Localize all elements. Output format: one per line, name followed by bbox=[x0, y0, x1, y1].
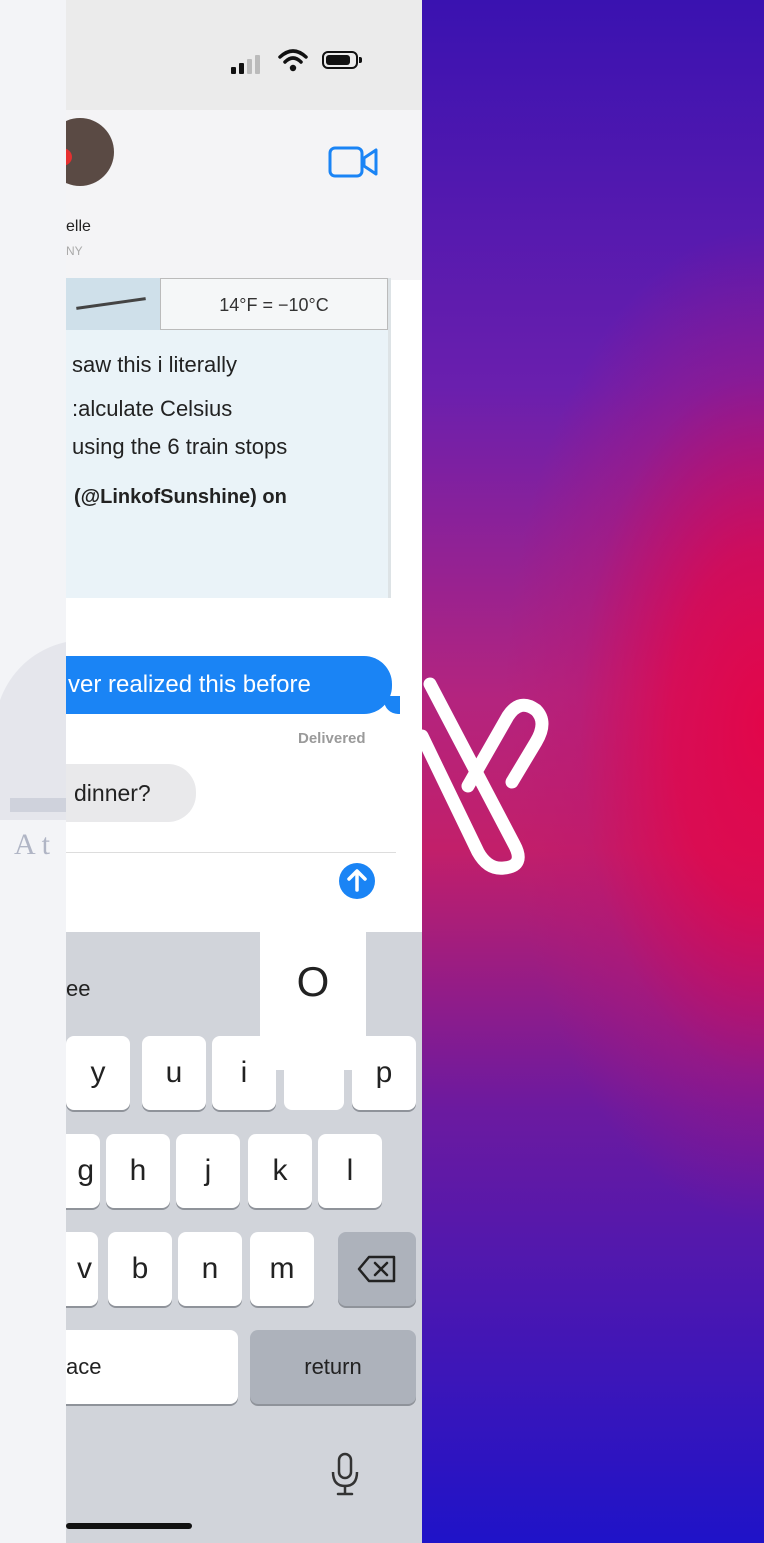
contact-location: NY bbox=[66, 244, 83, 258]
key-p[interactable]: p bbox=[352, 1036, 416, 1110]
video-camera-icon[interactable] bbox=[328, 144, 380, 180]
conversion-label: 14°F = −10°C bbox=[160, 278, 388, 330]
key-k[interactable]: k bbox=[248, 1134, 312, 1208]
sent-bubble-tail bbox=[384, 696, 400, 714]
space-key[interactable]: ace bbox=[66, 1330, 238, 1404]
home-indicator bbox=[66, 1523, 192, 1529]
microphone-icon[interactable] bbox=[330, 1452, 360, 1498]
delivered-status: Delivered bbox=[298, 730, 366, 747]
card-text-line-1: saw this i literally bbox=[72, 352, 238, 377]
received-message-bubble[interactable]: dinner? bbox=[66, 764, 196, 822]
watermark-text: At bbox=[14, 828, 56, 861]
backspace-icon bbox=[357, 1255, 396, 1283]
key-j[interactable]: j bbox=[176, 1134, 240, 1208]
link-preview-card[interactable]: 14°F = −10°C saw this i literally :alcul… bbox=[66, 278, 391, 598]
brand-logo-icon bbox=[415, 677, 549, 875]
wifi-icon bbox=[278, 49, 308, 72]
map-thumbnail bbox=[66, 278, 160, 330]
keyboard-suggestion[interactable]: ee bbox=[66, 976, 90, 1002]
return-key[interactable]: return bbox=[250, 1330, 416, 1404]
battery-icon bbox=[322, 51, 362, 69]
key-l[interactable]: l bbox=[318, 1134, 382, 1208]
signal-icon bbox=[231, 55, 260, 74]
left-backdrop: At bbox=[0, 0, 175, 1543]
key-o-popup[interactable]: O bbox=[260, 932, 366, 1070]
card-text-line-3: using the 6 train stops bbox=[72, 434, 288, 459]
conversation-header bbox=[66, 110, 422, 280]
delete-key[interactable] bbox=[338, 1232, 416, 1306]
key-m[interactable]: m bbox=[250, 1232, 314, 1306]
key-g[interactable]: g bbox=[66, 1134, 100, 1208]
key-n[interactable]: n bbox=[178, 1232, 242, 1306]
phone-screen: elle NY 14°F = −10°C saw this i literall… bbox=[66, 0, 422, 1543]
status-bar bbox=[66, 0, 422, 110]
key-u[interactable]: u bbox=[142, 1036, 206, 1110]
key-y[interactable]: y bbox=[66, 1036, 130, 1110]
card-byline: (@LinkofSunshine) on bbox=[74, 486, 287, 508]
send-arrow-icon[interactable] bbox=[336, 860, 378, 902]
card-text-line-2: :alculate Celsius bbox=[72, 396, 233, 421]
key-h[interactable]: h bbox=[106, 1134, 170, 1208]
contact-name[interactable]: elle bbox=[66, 218, 91, 236]
key-v[interactable]: v bbox=[66, 1232, 98, 1306]
key-b[interactable]: b bbox=[108, 1232, 172, 1306]
sent-message-bubble[interactable]: ver realized this before bbox=[66, 656, 392, 714]
